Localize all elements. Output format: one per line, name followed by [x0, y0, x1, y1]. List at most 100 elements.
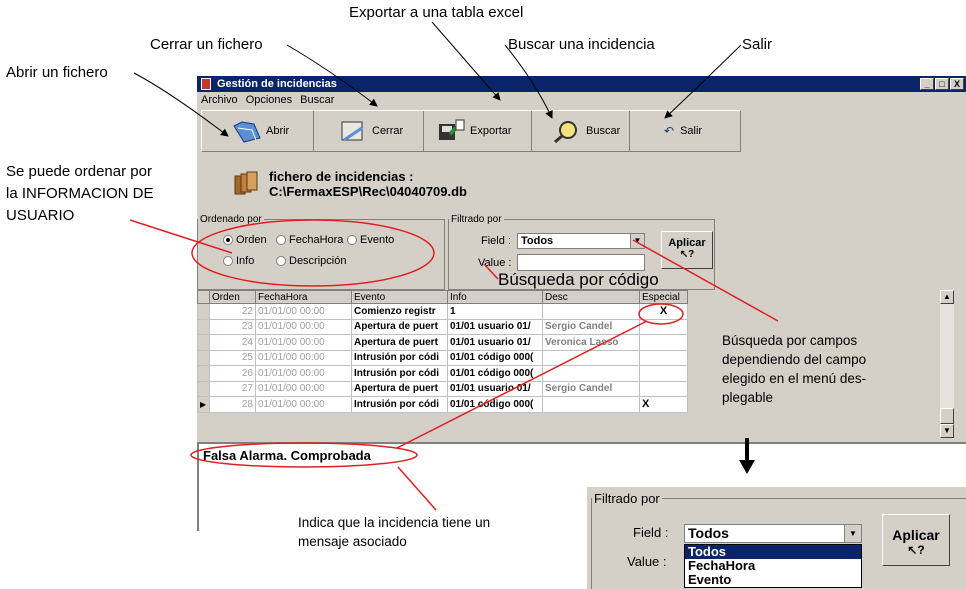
popup-value-label: Value : [627, 554, 667, 569]
callout-busqueda-campos-3: elegido en el menú des- [722, 371, 867, 386]
radio-evento[interactable]: Evento [347, 234, 394, 246]
cell-desc [542, 349, 640, 366]
menu-archivo[interactable]: Archivo [201, 92, 238, 108]
file-info: fichero de incidencias : C:\FermaxESP\Re… [269, 169, 467, 199]
menu-opciones[interactable]: Opciones [246, 92, 292, 108]
table-row[interactable]: 25 01/01/00 00:00 Intrusión por códi 01/… [197, 349, 688, 366]
radio-descripcion[interactable]: Descripción [276, 255, 346, 267]
table-row[interactable]: 24 01/01/00 00:00 Apertura de puert 01/0… [197, 334, 688, 351]
menu-buscar[interactable]: Buscar [300, 92, 334, 108]
radio-fechahora[interactable]: FechaHora [276, 234, 343, 246]
chevron-down-icon[interactable]: ▼ [630, 234, 644, 248]
cell-orden: 26 [209, 365, 256, 382]
header-desc[interactable]: Desc [542, 290, 640, 304]
cerrar-label: Cerrar [372, 125, 404, 137]
cell-evento: Comienzo registr [351, 303, 448, 320]
table-row[interactable]: 22 01/01/00 00:00 Comienzo registr 1 X [197, 303, 688, 320]
cell-info: 01/01 código 000( [447, 349, 543, 366]
popup-field-select-value: Todos [688, 525, 729, 541]
value-input[interactable] [517, 254, 645, 271]
radio-orden[interactable]: Orden [223, 234, 267, 246]
cell-desc: Sergio Candel [542, 318, 640, 335]
radio-info[interactable]: Info [223, 255, 254, 267]
row-indicator [197, 303, 210, 320]
exportar-button[interactable]: Exportar [424, 111, 532, 151]
field-select-value: Todos [521, 235, 554, 247]
file-path: C:\FermaxESP\Rec\04040709.db [269, 184, 467, 199]
cell-especial [639, 334, 688, 351]
dropdown-option-fechahora[interactable]: FechaHora [685, 559, 861, 573]
minimize-button[interactable]: _ [920, 78, 934, 90]
abrir-button[interactable]: Abrir [202, 111, 314, 151]
help-pointer-icon: ↖? [679, 249, 695, 260]
callout-salir: Salir [742, 36, 773, 53]
cell-desc: Sergio Candel [542, 380, 640, 397]
title-bar[interactable]: Gestión de incidencias _ □ X [197, 76, 966, 92]
cell-desc: Veronica Lasso [542, 334, 640, 351]
scroll-thumb[interactable] [940, 408, 954, 424]
table-row[interactable]: 26 01/01/00 00:00 Intrusión por códi 01/… [197, 365, 688, 382]
open-folder-icon [232, 118, 261, 144]
table-row[interactable]: 23 01/01/00 00:00 Apertura de puert 01/0… [197, 318, 688, 335]
table-row[interactable]: 27 01/01/00 00:00 Apertura de puert 01/0… [197, 380, 688, 397]
callout-busqueda-campos: Búsqueda por campos dependiendo del camp… [722, 331, 922, 407]
file-label: fichero de incidencias : [269, 169, 414, 184]
menu-bar: Archivo Opciones Buscar [197, 92, 966, 108]
radio-evento-label: Evento [360, 234, 395, 246]
export-disk-icon [436, 118, 465, 144]
header-fechahora[interactable]: FechaHora [255, 290, 352, 304]
field-label: Field : [481, 235, 511, 247]
field-select[interactable]: Todos ▼ [517, 233, 645, 249]
maximize-button[interactable]: □ [935, 78, 949, 90]
radio-dot [347, 235, 357, 245]
cell-fechahora: 01/01/00 00:00 [255, 365, 352, 382]
radio-orden-label: Orden [236, 234, 267, 246]
callout-buscar: Buscar una incidencia [508, 36, 655, 53]
filter-legend: Filtrado por [451, 214, 502, 225]
order-group: Ordenado por [197, 214, 445, 290]
popup-field-select[interactable]: Todos ▼ [684, 524, 862, 543]
salir-label: Salir [680, 125, 703, 137]
cell-especial: X [639, 396, 688, 413]
buscar-button[interactable]: Buscar [532, 111, 630, 151]
table-row[interactable]: ▶ 28 01/01/00 00:00 Intrusión por códi 0… [197, 396, 688, 413]
dropdown-option-todos[interactable]: Todos [685, 545, 861, 559]
callout-busqueda-campos-4: plegable [722, 390, 774, 405]
help-pointer-icon: ↖? [907, 543, 925, 557]
row-indicator [197, 380, 210, 397]
app-icon [201, 78, 211, 90]
popup-apply-button[interactable]: Aplicar ↖? [882, 514, 950, 566]
row-indicator [197, 365, 210, 382]
cerrar-button[interactable]: Cerrar [314, 111, 424, 151]
scroll-down-icon[interactable]: ▼ [940, 424, 954, 438]
header-orden[interactable]: Orden [209, 290, 256, 304]
callout-mensaje-1: Indica que la incidencia tiene un [298, 515, 491, 530]
cell-evento: Intrusión por códi [351, 349, 448, 366]
exit-arrow-icon: ↶ [664, 124, 675, 138]
dropdown-option-evento[interactable]: Evento [685, 573, 861, 587]
cell-desc [542, 303, 640, 320]
salir-button[interactable]: ↶ Salir [630, 111, 740, 151]
scroll-up-icon[interactable]: ▲ [940, 290, 954, 304]
header-evento[interactable]: Evento [351, 290, 448, 304]
radio-dot [276, 256, 286, 266]
callout-ordenar-1: Se puede ordenar por [6, 163, 152, 180]
table-scrollbar[interactable]: ▲ ▼ [940, 290, 954, 438]
apply-button[interactable]: Aplicar ↖? [661, 231, 713, 269]
row-indicator [197, 318, 210, 335]
popup-apply-label: Aplicar [892, 527, 940, 543]
row-indicator-current: ▶ [197, 396, 210, 413]
window-title: Gestión de incidencias [217, 78, 337, 90]
callout-ordenar-2: la INFORMACION DE [6, 185, 154, 202]
chevron-down-icon[interactable]: ▼ [844, 525, 861, 542]
cell-fechahora: 01/01/00 00:00 [255, 334, 352, 351]
cell-fechahora: 01/01/00 00:00 [255, 396, 352, 413]
callout-mensaje-2: mensaje asociado [298, 534, 407, 549]
header-info[interactable]: Info [447, 290, 543, 304]
header-especial[interactable]: Especial [639, 290, 688, 304]
cell-desc [542, 396, 640, 413]
callout-cerrar: Cerrar un fichero [150, 36, 263, 53]
popup-dropdown-list: Todos FechaHora Evento [684, 544, 862, 588]
close-button[interactable]: X [950, 78, 964, 90]
radio-dot [276, 235, 286, 245]
